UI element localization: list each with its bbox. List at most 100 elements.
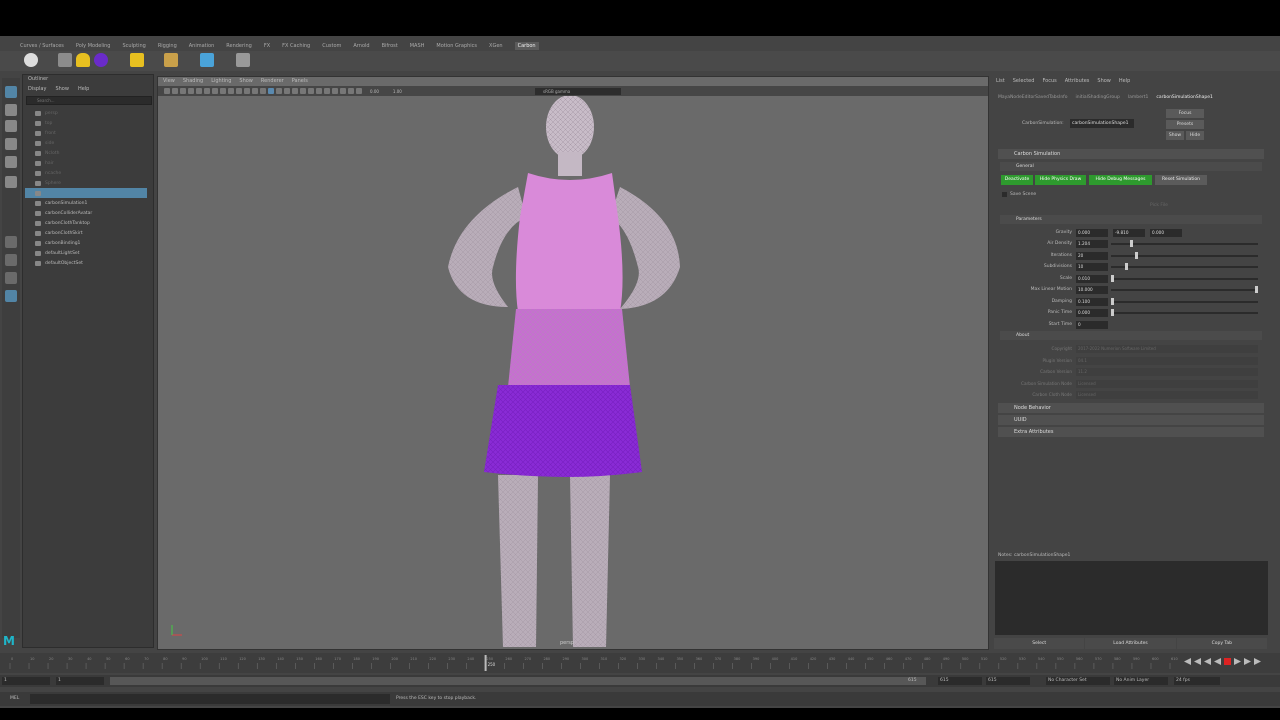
time-slider[interactable]: 0 10 20 30 40 50 60 70 80 90 100 110 120 130 140 150 160… [0, 653, 1280, 673]
range-end-inner-field[interactable]: 615 [906, 677, 926, 685]
lock-camera-icon[interactable] [172, 88, 178, 94]
viewport-menu-item[interactable]: Renderer [261, 78, 284, 84]
pick-file-button[interactable]: Pick File [1150, 203, 1168, 208]
range-slider[interactable] [110, 677, 926, 685]
layout-two-icon[interactable] [5, 272, 17, 284]
step-forward-frame-icon[interactable] [1234, 658, 1241, 665]
isolate-select-icon[interactable] [332, 88, 338, 94]
param-field[interactable]: 0.000 [1076, 309, 1108, 317]
fps-select[interactable]: 24 fps [1174, 677, 1220, 685]
shelf-tab[interactable]: Bifrost [382, 43, 398, 49]
viewport-menu-item[interactable]: Shading [183, 78, 203, 84]
range-start-inner-field[interactable]: 1 [56, 677, 104, 685]
cloth-icon[interactable] [76, 53, 90, 67]
param-slider[interactable] [1111, 312, 1258, 314]
section-uuid[interactable]: UUID [998, 415, 1264, 425]
range-end-field-a[interactable]: 615 [938, 677, 982, 685]
safe-title-icon[interactable] [244, 88, 250, 94]
outliner-menu-item[interactable]: Display [28, 86, 46, 92]
section-carbon-simulation[interactable]: Carbon Simulation [998, 149, 1264, 159]
outliner-item[interactable]: hair [25, 158, 147, 168]
wireframe-icon[interactable] [252, 88, 258, 94]
param-field[interactable]: 0.100 [1076, 298, 1108, 306]
hide-button[interactable]: Hide [1186, 131, 1204, 140]
depth-of-field-icon[interactable] [324, 88, 330, 94]
attribute-menu-item[interactable]: Selected [1013, 78, 1035, 84]
motion-blur-icon[interactable] [308, 88, 314, 94]
range-end-field-b[interactable]: 615 [986, 677, 1030, 685]
param-slider[interactable] [1111, 289, 1258, 291]
go-to-end-icon[interactable] [1254, 658, 1261, 665]
outliner-search-input[interactable]: Search... [26, 96, 152, 105]
stop-icon[interactable] [1224, 658, 1231, 665]
exposure-icon[interactable] [356, 88, 362, 94]
character-set-select[interactable]: No Character Set [1046, 677, 1110, 685]
param-slider[interactable] [1111, 266, 1258, 268]
camera-icon[interactable] [164, 88, 170, 94]
grid-icon[interactable] [196, 88, 202, 94]
mel-label[interactable]: MEL [10, 696, 19, 701]
outliner-menu-item[interactable]: Help [78, 86, 89, 92]
collider-icon[interactable] [58, 53, 72, 67]
param-slider[interactable] [1111, 301, 1258, 303]
param-field[interactable]: 0.010 [1076, 275, 1108, 283]
hide-physics-draw-button[interactable]: Hide Physics Draw [1035, 175, 1086, 185]
film-gate-icon[interactable] [204, 88, 210, 94]
select-tool-icon[interactable] [5, 86, 17, 98]
binding-icon[interactable] [164, 53, 178, 67]
attribute-tab[interactable]: initialShadingGroup [1076, 95, 1120, 100]
param-slider-thumb[interactable] [1130, 240, 1133, 247]
attribute-menu-item[interactable]: Help [1119, 78, 1130, 84]
viewport-menu-item[interactable]: Show [239, 78, 253, 84]
copy-tab-button[interactable]: Copy Tab [1176, 638, 1267, 649]
viewport-menu-item[interactable]: View [163, 78, 175, 84]
xray-joints-icon[interactable] [348, 88, 354, 94]
shelf-tab[interactable]: Custom [322, 43, 341, 49]
outliner-menu-item[interactable]: Show [55, 86, 69, 92]
shelf-tab[interactable]: XGen [489, 43, 503, 49]
hide-debug-messages-button[interactable]: Hide Debug Messages [1089, 175, 1152, 185]
outliner-item[interactable]: carbonClothTanktop [25, 218, 147, 228]
attribute-tab[interactable]: MayaNodeEditorSavedTabsInfo [998, 95, 1068, 100]
wireframe-on-shaded-icon[interactable] [268, 88, 274, 94]
paint-tool-icon[interactable] [5, 120, 17, 132]
save-scene-checkbox[interactable] [1002, 192, 1007, 197]
resolution-gate-icon[interactable] [212, 88, 218, 94]
rotate-tool-icon[interactable] [5, 156, 17, 168]
antialiasing-icon[interactable] [316, 88, 322, 94]
param-slider-thumb[interactable] [1111, 275, 1114, 282]
outliner-item[interactable]: Ncloth [25, 148, 147, 158]
layout-single-icon[interactable] [5, 236, 17, 248]
shelf-tab[interactable]: Poly Modeling [76, 43, 111, 49]
param-field[interactable]: 10.000 [1076, 286, 1108, 294]
section-node-behavior[interactable]: Node Behavior [998, 403, 1264, 413]
outliner-item[interactable]: carbonSimulation1 [25, 198, 147, 208]
param-slider-thumb[interactable] [1135, 252, 1138, 259]
deactivate-button[interactable]: Deactivate [1001, 175, 1033, 185]
param-field[interactable]: 1.204 [1076, 240, 1108, 248]
outliner-item[interactable]: defaultObjectSet [25, 258, 147, 268]
notes-textarea[interactable] [995, 561, 1268, 635]
param-slider[interactable] [1111, 255, 1258, 257]
shelf-tab[interactable]: Motion Graphics [436, 43, 477, 49]
step-back-frame-icon[interactable] [1204, 658, 1211, 665]
param-field[interactable]: 0.000 [1150, 229, 1182, 237]
safe-action-icon[interactable] [236, 88, 242, 94]
param-field[interactable]: 0.000 [1076, 229, 1108, 237]
outliner-item[interactable]: top [25, 118, 147, 128]
scale-tool-icon[interactable] [5, 176, 17, 188]
shelf-tab[interactable]: Carbon [514, 42, 539, 50]
attribute-tab[interactable]: carbonSimulationShape1 [1156, 95, 1212, 100]
layout-four-icon[interactable] [5, 254, 17, 266]
lasso-tool-icon[interactable] [5, 104, 17, 116]
colorspace-select[interactable]: sRGB gamma [535, 88, 621, 95]
viewport-menu-item[interactable]: Lighting [211, 78, 231, 84]
image-plane-icon[interactable] [188, 88, 194, 94]
load-attributes-button[interactable]: Load Attributes [1085, 638, 1176, 649]
shadows-icon[interactable] [292, 88, 298, 94]
shelf-tab[interactable]: Animation [189, 43, 215, 49]
select-button[interactable]: Select [994, 638, 1085, 649]
outliner-item[interactable]: side [25, 138, 147, 148]
shelf-tab[interactable]: Arnold [353, 43, 369, 49]
param-field[interactable]: 0 [1076, 321, 1108, 329]
